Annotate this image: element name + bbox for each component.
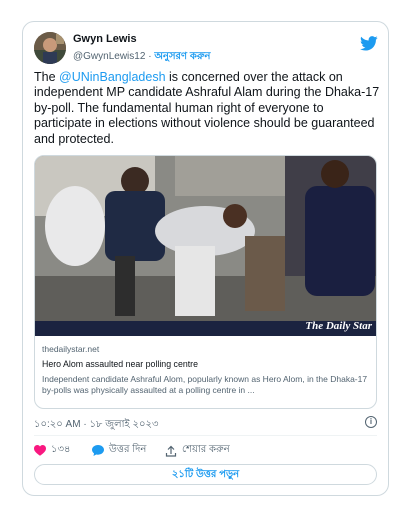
mention-link[interactable]: @UNinBangladesh — [59, 70, 166, 84]
like-button[interactable]: ১৩৪ — [34, 442, 70, 459]
action-bar: ১৩৪ উত্তর দিন শেয়ার করুন — [34, 442, 374, 458]
tweet-timestamp[interactable]: ১০:২০ AM · ১৮ জুলাই ২০২৩ — [34, 417, 158, 434]
twitter-bird-icon[interactable] — [360, 36, 378, 51]
photo-watermark: The Daily Star — [305, 320, 372, 332]
separator-dot: · — [148, 51, 152, 62]
author-avatar[interactable] — [34, 32, 66, 64]
share-button[interactable]: শেয়ার করুন — [165, 442, 230, 459]
tweet-text-pre: The — [34, 70, 60, 84]
news-photo[interactable]: The Daily Star — [35, 156, 376, 336]
speech-bubble-icon — [92, 445, 104, 456]
link-info[interactable]: thedailystar.net Hero Alom assaulted nea… — [42, 344, 372, 396]
tweet-text: The @UNinBangladesh is concerned over th… — [34, 70, 384, 147]
link-domain: thedailystar.net — [42, 344, 100, 354]
author-handle[interactable]: @GwynLewis12 — [73, 51, 145, 62]
read-replies-button[interactable]: ২১টি উত্তর পড়ুন — [34, 464, 377, 485]
reply-button[interactable]: উত্তর দিন — [92, 442, 146, 459]
follow-link[interactable]: অনুসরণ করুন — [154, 51, 210, 62]
link-card[interactable]: The Daily Star thedailystar.net Hero Alo… — [34, 155, 377, 409]
link-description: Independent candidate Ashraful Alom, pop… — [42, 374, 368, 395]
heart-icon — [34, 445, 46, 456]
info-icon[interactable]: i — [365, 416, 377, 428]
share-upload-icon — [165, 445, 177, 457]
reply-label: উত্তর দিন — [109, 444, 147, 455]
author-name[interactable]: Gwyn Lewis — [73, 33, 137, 45]
tweet-card[interactable]: Gwyn Lewis @GwynLewis12 · অনুসরণ করুন Th… — [22, 21, 389, 496]
share-label: শেয়ার করুন — [182, 444, 230, 455]
tweet-header: Gwyn Lewis @GwynLewis12 · অনুসরণ করুন — [34, 32, 378, 66]
link-title[interactable]: Hero Alom assaulted near polling centre — [42, 359, 372, 369]
author-handle-row: @GwynLewis12 · অনুসরণ করুন — [73, 49, 211, 66]
like-count: ১৩৪ — [51, 444, 71, 455]
divider — [34, 435, 377, 436]
